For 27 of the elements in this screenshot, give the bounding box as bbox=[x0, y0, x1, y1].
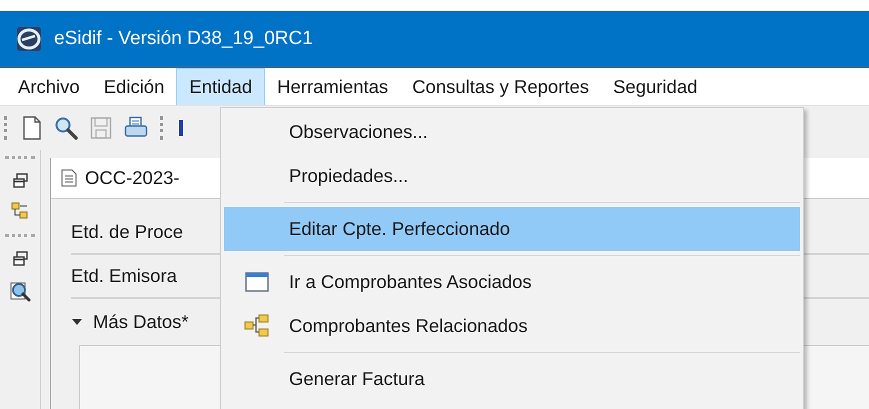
window-title: eSidif - Versión D38_19_0RC1 bbox=[54, 28, 313, 50]
field-label: Etd. de Proce bbox=[71, 221, 184, 243]
hierarchy-icon bbox=[244, 314, 270, 338]
menu-item[interactable]: Propiedades... bbox=[224, 154, 800, 198]
field-label: Etd. Emisora bbox=[71, 265, 177, 287]
search-icon[interactable] bbox=[54, 116, 78, 140]
document-icon bbox=[61, 169, 77, 187]
hierarchy-icon[interactable] bbox=[11, 202, 29, 220]
section-toggle[interactable]: Más Datos* bbox=[71, 299, 189, 345]
menu-item[interactable]: Herramientas bbox=[265, 68, 400, 105]
menu-item[interactable]: Generar Factura bbox=[224, 357, 800, 401]
new-document-icon[interactable] bbox=[22, 116, 42, 140]
restore-icon[interactable] bbox=[12, 173, 28, 188]
restore-icon[interactable] bbox=[12, 251, 28, 266]
menu-item[interactable]: Archivo bbox=[6, 68, 92, 105]
menu-item[interactable]: Editar Cpte. Perfeccionado bbox=[224, 207, 800, 251]
menu-item[interactable]: Observaciones... bbox=[224, 110, 800, 154]
search-document-icon[interactable] bbox=[9, 280, 31, 302]
app-logo-icon bbox=[16, 26, 42, 52]
menu-item[interactable]: Entidad bbox=[176, 68, 266, 105]
menu-item[interactable]: Edición bbox=[92, 68, 176, 105]
menu-item[interactable]: Seguridad bbox=[601, 68, 710, 105]
menu-item[interactable]: Ir a Comprobantes Asociados bbox=[224, 260, 800, 304]
menu-item[interactable]: Consultas y Reportes bbox=[400, 68, 602, 105]
window-icon bbox=[244, 272, 268, 292]
menu-item[interactable]: Comprobantes Relacionados bbox=[224, 304, 800, 348]
toolbar-icon[interactable] bbox=[178, 118, 184, 138]
